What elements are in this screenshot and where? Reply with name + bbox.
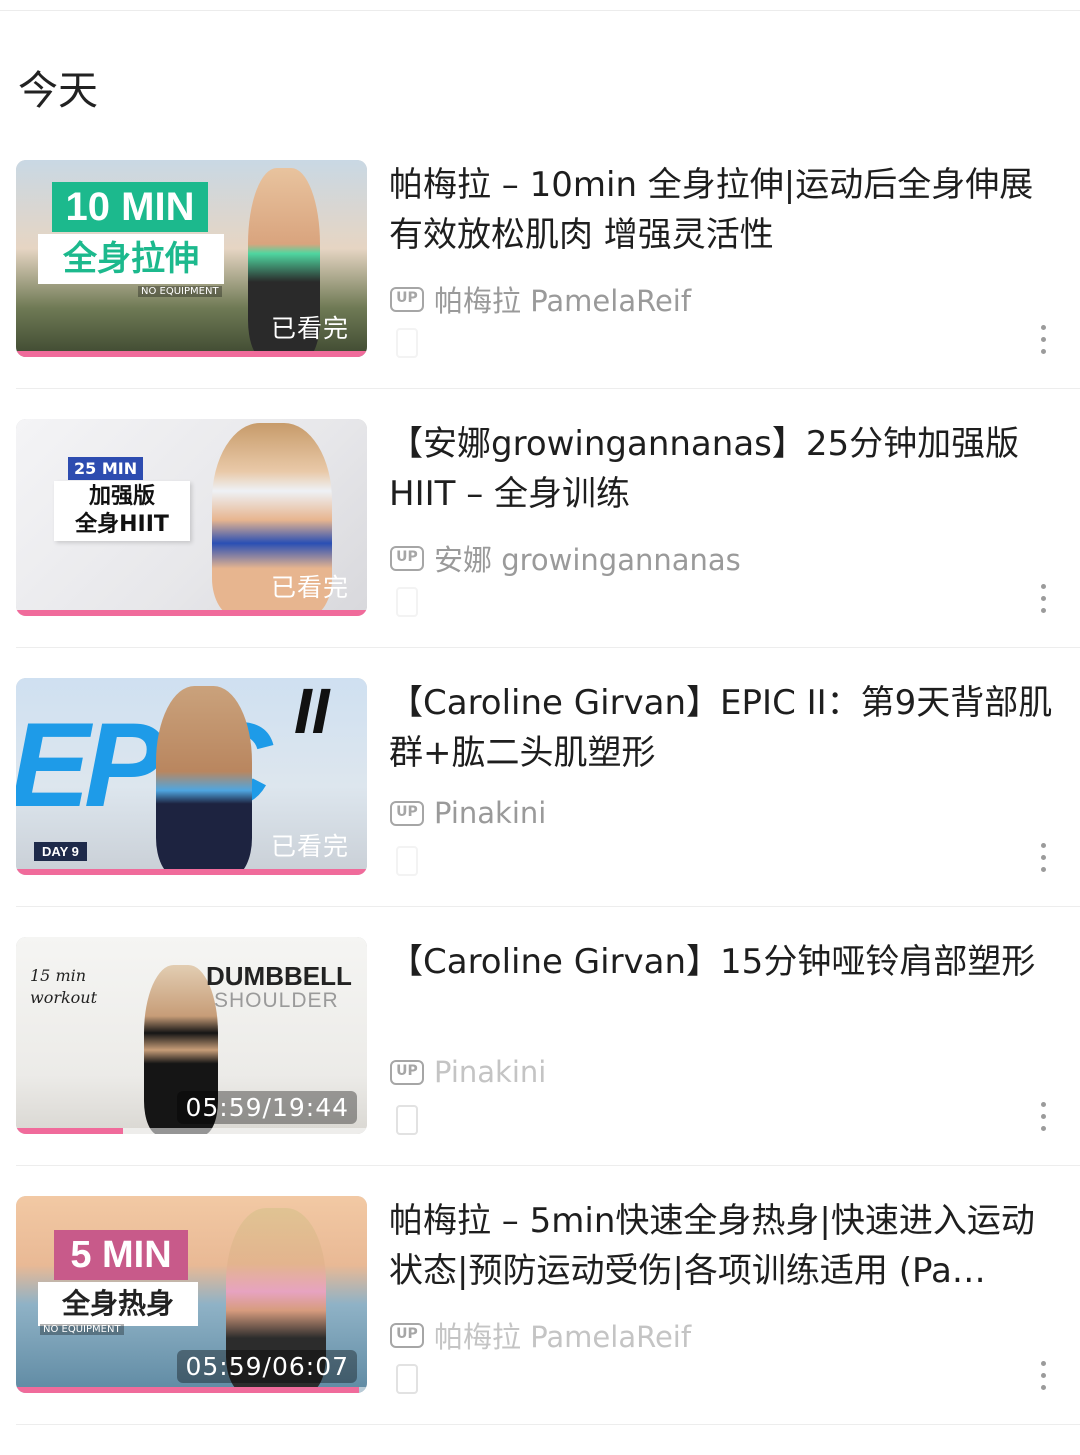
phone-icon bbox=[396, 1364, 418, 1394]
list-item[interactable]: 15 min workout DUMBBELL SHOULDER 05:59/1… bbox=[0, 937, 1080, 1196]
thumb-label: 5 MIN bbox=[54, 1230, 188, 1280]
thumb-sublabel: 全身拉伸 bbox=[38, 234, 224, 284]
thumb-sublabel: 全身热身 bbox=[38, 1282, 198, 1326]
item-divider bbox=[16, 647, 1080, 648]
thumb-sublabel-2: 全身HIIT bbox=[75, 512, 169, 537]
thumb-tag: DAY 9 bbox=[34, 842, 87, 861]
section-title: 今天 bbox=[18, 68, 98, 114]
phone-icon bbox=[396, 846, 418, 876]
watch-progress-bar bbox=[16, 351, 367, 357]
uploader-name: 安娜 growingannanas bbox=[434, 543, 741, 577]
video-thumbnail[interactable]: EPIC II DAY 9 已看完 bbox=[16, 678, 367, 875]
more-vertical-icon[interactable] bbox=[1036, 1361, 1050, 1395]
watch-time-badge: 05:59/19:44 bbox=[177, 1091, 357, 1124]
video-title[interactable]: 帕梅拉 – 10min 全身拉伸|运动后全身伸展 有效放松肌肉 增强灵活性 bbox=[389, 160, 1061, 260]
thumb-tag: 15 min workout bbox=[30, 966, 98, 1007]
list-item[interactable]: 10 MIN 全身拉伸 NO EQUIPMENT 已看完 帕梅拉 – 10min… bbox=[0, 160, 1080, 419]
list-item[interactable]: EPIC II DAY 9 已看完 【Caroline Girvan】EPIC … bbox=[0, 678, 1080, 937]
more-vertical-icon[interactable] bbox=[1036, 325, 1050, 359]
thumb-sublabel: II bbox=[294, 678, 330, 747]
item-divider bbox=[16, 1165, 1080, 1166]
video-thumbnail[interactable]: 15 min workout DUMBBELL SHOULDER 05:59/1… bbox=[16, 937, 367, 1134]
uploader-name: 帕梅拉 PamelaReif bbox=[434, 284, 692, 318]
thumb-tag: NO EQUIPMENT bbox=[138, 286, 222, 297]
history-list: 10 MIN 全身拉伸 NO EQUIPMENT 已看完 帕梅拉 – 10min… bbox=[0, 160, 1080, 1455]
item-divider bbox=[16, 906, 1080, 907]
uploader[interactable]: UP 帕梅拉 PamelaReif bbox=[390, 1314, 691, 1356]
more-vertical-icon[interactable] bbox=[1036, 584, 1050, 618]
uploader-name: Pinakini bbox=[434, 1055, 547, 1089]
watch-progress-bar bbox=[16, 610, 367, 616]
up-badge-icon: UP bbox=[390, 1322, 424, 1348]
top-divider bbox=[0, 10, 1080, 11]
list-item[interactable]: 25 MIN 加强版 全身HIIT 已看完 【安娜growingannanas】… bbox=[0, 419, 1080, 678]
uploader[interactable]: UP 帕梅拉 PamelaReif bbox=[390, 278, 691, 320]
thumb-label: 10 MIN bbox=[52, 182, 208, 232]
video-thumbnail[interactable]: 25 MIN 加强版 全身HIIT 已看完 bbox=[16, 419, 367, 616]
watch-status-badge: 已看完 bbox=[270, 314, 349, 343]
video-title[interactable]: 【Caroline Girvan】EPIC II：第9天背部肌群+肱二头肌塑形 bbox=[389, 678, 1061, 778]
phone-icon bbox=[396, 1105, 418, 1135]
thumb-sublabel: SHOULDER bbox=[214, 989, 339, 1012]
watch-progress-bar bbox=[16, 1387, 360, 1393]
uploader[interactable]: UP Pinakini bbox=[390, 796, 546, 830]
more-vertical-icon[interactable] bbox=[1036, 843, 1050, 877]
thumb-sublabel: 加强版 bbox=[88, 484, 155, 509]
watch-status-badge: 已看完 bbox=[270, 573, 349, 602]
list-item[interactable]: 5 MIN 全身热身 NO EQUIPMENT 05:59/06:07 帕梅拉 … bbox=[0, 1196, 1080, 1455]
phone-icon bbox=[396, 587, 418, 617]
video-thumbnail[interactable]: 5 MIN 全身热身 NO EQUIPMENT 05:59/06:07 bbox=[16, 1196, 367, 1393]
uploader[interactable]: UP 安娜 growingannanas bbox=[390, 537, 741, 579]
watch-progress-bar bbox=[16, 869, 367, 875]
uploader-name: 帕梅拉 PamelaReif bbox=[434, 1320, 692, 1354]
watch-time-badge: 05:59/06:07 bbox=[177, 1350, 357, 1383]
video-title[interactable]: 【Caroline Girvan】15分钟哑铃肩部塑形 bbox=[389, 937, 1061, 987]
item-divider bbox=[16, 1424, 1080, 1425]
item-divider bbox=[16, 388, 1080, 389]
thumb-tag: NO EQUIPMENT bbox=[40, 1324, 124, 1335]
more-vertical-icon[interactable] bbox=[1036, 1102, 1050, 1136]
up-badge-icon: UP bbox=[390, 800, 424, 826]
uploader-name: Pinakini bbox=[434, 796, 547, 830]
phone-icon bbox=[396, 328, 418, 358]
watch-progress-bar bbox=[16, 1128, 124, 1134]
video-thumbnail[interactable]: 10 MIN 全身拉伸 NO EQUIPMENT 已看完 bbox=[16, 160, 367, 357]
up-badge-icon: UP bbox=[390, 1059, 424, 1085]
video-title[interactable]: 帕梅拉 – 5min快速全身热身|快速进入运动状态|预防运动受伤|各项训练适用 … bbox=[389, 1196, 1061, 1296]
up-badge-icon: UP bbox=[390, 545, 424, 571]
watch-status-badge: 已看完 bbox=[270, 832, 349, 861]
thumb-label: 25 MIN bbox=[68, 457, 144, 480]
video-title[interactable]: 【安娜growingannanas】25分钟加强版HIIT – 全身训练 bbox=[389, 419, 1061, 519]
thumb-label: DUMBBELL bbox=[206, 961, 352, 991]
up-badge-icon: UP bbox=[390, 286, 424, 312]
uploader[interactable]: UP Pinakini bbox=[390, 1055, 546, 1089]
